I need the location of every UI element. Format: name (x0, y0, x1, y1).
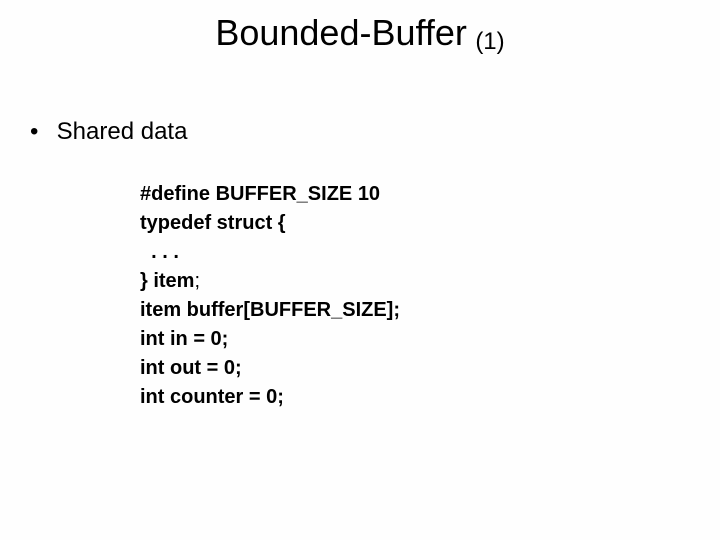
slide-title: Bounded-Buffer (1) (0, 12, 720, 56)
code-line: int counter = 0; (140, 383, 400, 412)
bullet-marker: • (30, 118, 50, 146)
title-main: Bounded-Buffer (215, 12, 467, 53)
code-line: #define BUFFER_SIZE 10 (140, 180, 400, 209)
code-block: #define BUFFER_SIZE 10 typedef struct { … (140, 180, 400, 412)
code-line: int in = 0; (140, 325, 400, 354)
code-line: . . . (140, 238, 400, 267)
code-line: item buffer[BUFFER_SIZE]; (140, 296, 400, 325)
code-line: int out = 0; (140, 354, 400, 383)
bullet-item: • Shared data (30, 118, 187, 146)
code-line: } item; (140, 267, 400, 296)
slide: Bounded-Buffer (1) • Shared data #define… (0, 0, 720, 540)
bullet-text: Shared data (57, 118, 188, 145)
title-subscript: (1) (475, 28, 504, 55)
code-line: typedef struct { (140, 209, 400, 238)
